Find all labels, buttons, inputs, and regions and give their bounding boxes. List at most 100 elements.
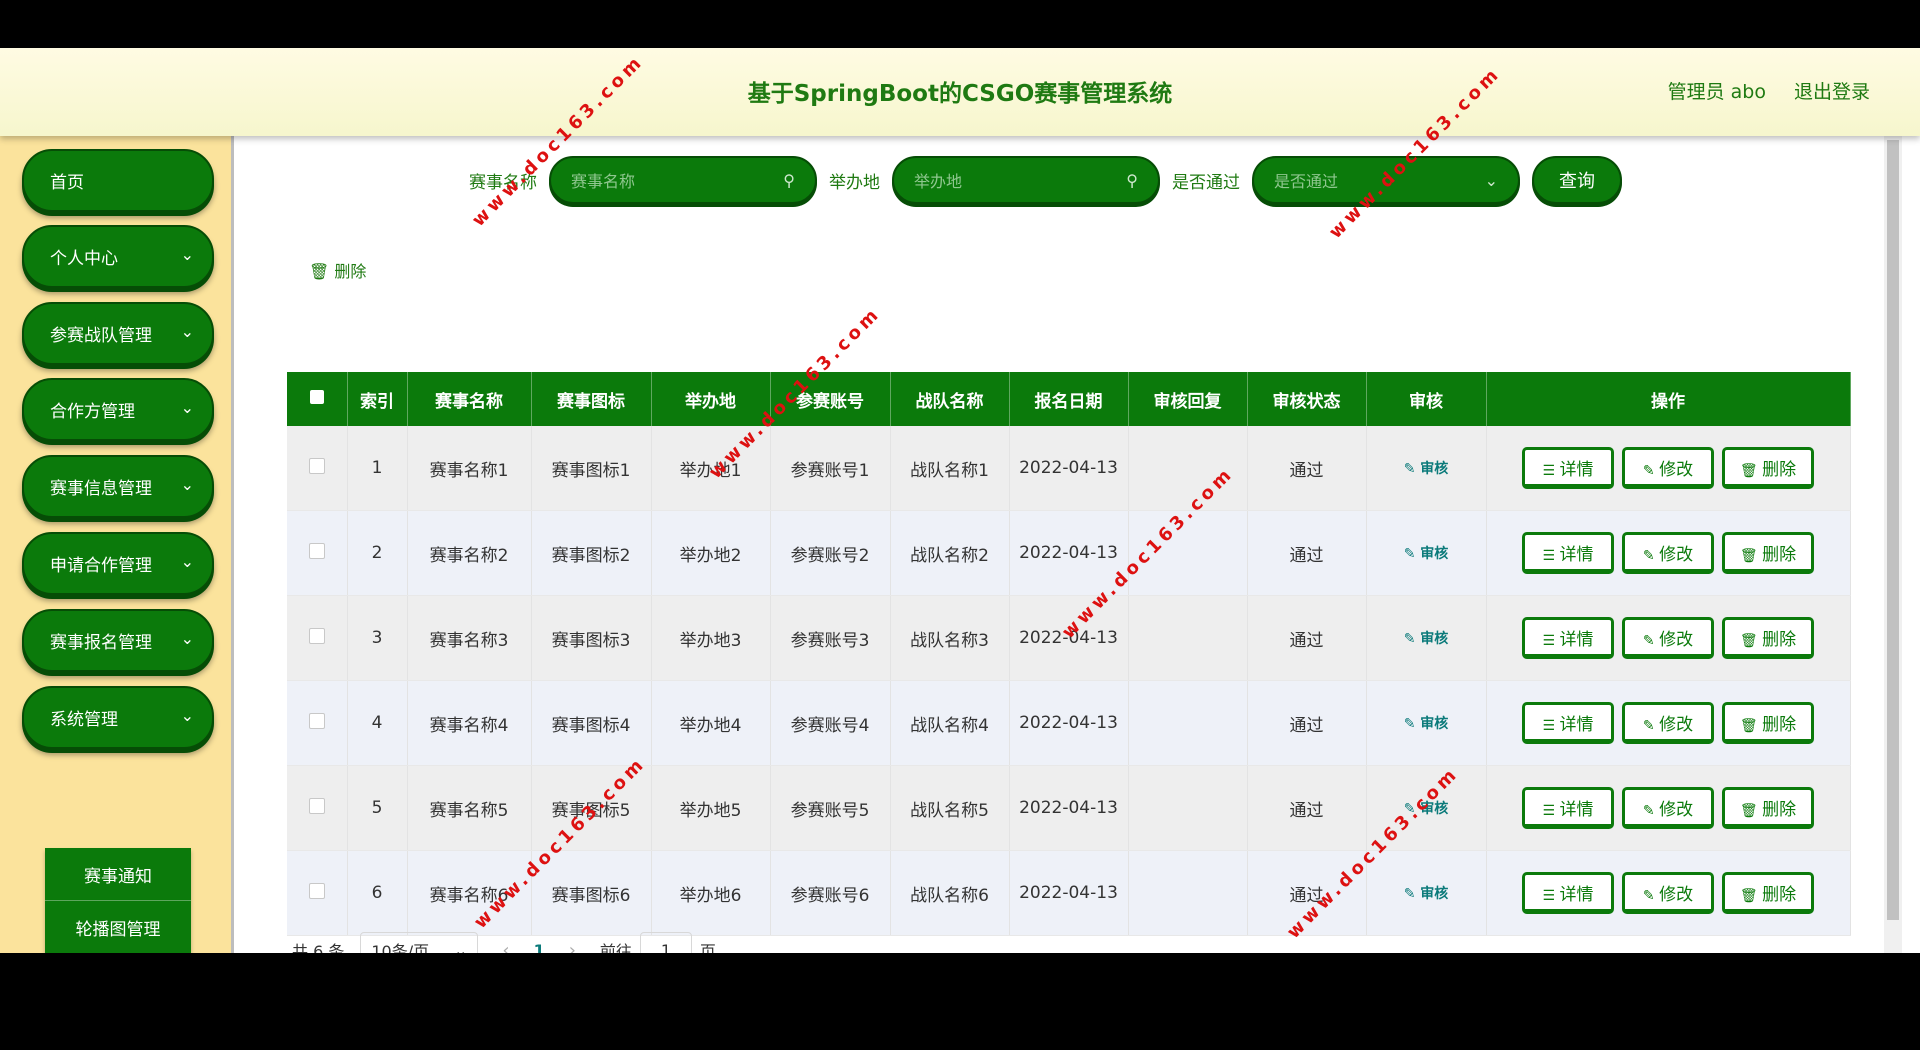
table-cell: 参赛账号4 <box>770 680 891 766</box>
col-date: 报名日期 <box>1009 372 1129 426</box>
goto-page-input[interactable]: 1 <box>639 932 692 953</box>
submenu-item-carousel[interactable]: 轮播图管理 <box>45 901 191 953</box>
sidebar-item-label: 参赛战队管理 <box>50 326 152 346</box>
delete-button[interactable]: 🗑 删除 <box>1722 872 1814 914</box>
trash-icon: 🗑 <box>1739 718 1763 734</box>
table-cell: 赛事图标2 <box>531 510 652 596</box>
detail-button[interactable]: ☰ 详情 <box>1522 447 1614 489</box>
sidebar-item-7[interactable]: 系统管理 ⌄ <box>22 686 214 749</box>
trash-icon: 🗑 <box>1739 633 1763 649</box>
row-checkbox[interactable] <box>287 510 348 596</box>
delete-button-label: 删除 <box>1762 885 1797 905</box>
audit-cell: ✎ 审核 <box>1366 426 1487 511</box>
table-cell: 赛事名称1 <box>407 426 532 511</box>
sidebar-item-1[interactable]: 个人中心 ⌄ <box>22 225 214 288</box>
actions-cell: ☰ 详情 ✎ 修改 🗑 删除 <box>1486 850 1851 936</box>
edit-icon: ✎ <box>1642 718 1660 734</box>
audit-link[interactable]: ✎ 审核 <box>1404 716 1449 732</box>
delete-button[interactable]: 🗑 删除 <box>1722 702 1814 744</box>
edit-icon: ✎ <box>1403 461 1421 477</box>
detail-button[interactable]: ☰ 详情 <box>1522 702 1614 744</box>
sidebar-item-2[interactable]: 参赛战队管理 ⌄ <box>22 302 214 365</box>
table-cell: 赛事名称4 <box>407 680 532 766</box>
page-title: 基于SpringBoot的CSGO赛事管理系统 <box>747 81 1173 107</box>
table-cell: 赛事名称2 <box>407 510 532 596</box>
select-all-checkbox[interactable] <box>287 372 348 426</box>
audit-label: 审核 <box>1420 461 1449 477</box>
batch-delete-button[interactable]: 🗑 删除 <box>309 258 366 282</box>
app-window: 基于SpringBoot的CSGO赛事管理系统 管理员 abo 退出登录 首页个… <box>0 48 1920 953</box>
search-icon: ⚲ <box>1126 170 1138 190</box>
page-size-value: 10条/页 <box>371 942 430 953</box>
chevron-down-icon: ⌄ <box>180 706 194 725</box>
search-icon: ⚲ <box>783 170 795 190</box>
table-cell: 举办地2 <box>651 510 771 596</box>
venue-input[interactable]: 举办地 ⚲ <box>892 156 1160 204</box>
prev-page-icon[interactable]: ‹ <box>502 940 509 954</box>
edit-button[interactable]: ✎ 修改 <box>1622 617 1714 659</box>
table-cell: 通过 <box>1247 510 1367 596</box>
edit-button[interactable]: ✎ 修改 <box>1622 532 1714 574</box>
sidebar-item-4[interactable]: 赛事信息管理 ⌄ <box>22 455 214 518</box>
detail-button[interactable]: ☰ 详情 <box>1522 872 1614 914</box>
delete-button[interactable]: 🗑 删除 <box>1722 617 1814 659</box>
sidebar-item-label: 个人中心 <box>50 249 118 269</box>
event-name-input[interactable]: 赛事名称 ⚲ <box>549 156 817 204</box>
current-page[interactable]: 1 <box>534 941 545 954</box>
edit-icon: ✎ <box>1642 888 1660 904</box>
edit-button[interactable]: ✎ 修改 <box>1622 702 1714 744</box>
sidebar-item-5[interactable]: 申请合作管理 ⌄ <box>22 532 214 595</box>
edit-button[interactable]: ✎ 修改 <box>1622 787 1714 829</box>
sidebar-item-0[interactable]: 首页 <box>22 149 214 212</box>
goto-label: 前往 <box>599 942 632 953</box>
row-checkbox[interactable] <box>287 680 348 766</box>
submenu-item-notice[interactable]: 赛事通知 <box>45 848 191 901</box>
detail-button[interactable]: ☰ 详情 <box>1522 532 1614 574</box>
table-cell: 2022-04-13 <box>1009 426 1129 511</box>
table-row: 1 赛事名称1 赛事图标1 举办地1 参赛账号1 战队名称1 2022-04-13 通过 ✎ 审… <box>287 426 1851 511</box>
row-checkbox[interactable] <box>287 426 348 511</box>
scrollbar-thumb[interactable] <box>1887 140 1899 920</box>
table-cell: 举办地3 <box>651 595 771 681</box>
vertical-scrollbar[interactable] <box>1884 136 1902 953</box>
row-checkbox[interactable] <box>287 765 348 851</box>
table-cell: 6 <box>347 850 408 936</box>
current-user[interactable]: 管理员 abo <box>1668 77 1766 104</box>
page-size-select[interactable]: 10条/页 ⌄ <box>360 932 479 953</box>
detail-button-label: 详情 <box>1559 545 1594 565</box>
audit-link[interactable]: ✎ 审核 <box>1404 631 1449 647</box>
detail-button[interactable]: ☰ 详情 <box>1522 787 1614 829</box>
edit-button[interactable]: ✎ 修改 <box>1622 872 1714 914</box>
sidebar: 首页 个人中心 ⌄ 参赛战队管理 ⌄ 合作方管理 ⌄ 赛事信息管理 ⌄ 申请合作管理 ⌄ 赛事报名管理… <box>0 136 234 953</box>
sidebar-item-3[interactable]: 合作方管理 ⌄ <box>22 378 214 441</box>
audit-link[interactable]: ✎ 审核 <box>1404 461 1449 477</box>
search-bar: 赛事名称 赛事名称 ⚲ 举办地 举办地 ⚲ 是否通过 是否通过 ⌄ 查询 <box>457 156 1622 204</box>
audit-cell: ✎ 审核 <box>1366 850 1487 936</box>
delete-button[interactable]: 🗑 删除 <box>1722 787 1814 829</box>
delete-button[interactable]: 🗑 删除 <box>1722 532 1814 574</box>
audit-cell: ✎ 审核 <box>1366 510 1487 596</box>
edit-button[interactable]: ✎ 修改 <box>1622 447 1714 489</box>
chevron-down-icon: ⌄ <box>180 245 194 264</box>
table-cell <box>1128 595 1248 681</box>
table-cell: 通过 <box>1247 765 1367 851</box>
table-cell: 赛事图标4 <box>531 680 652 766</box>
sidebar-item-label: 赛事信息管理 <box>50 479 152 499</box>
detail-button[interactable]: ☰ 详情 <box>1522 617 1614 659</box>
row-checkbox[interactable] <box>287 850 348 936</box>
next-page-icon[interactable]: › <box>569 940 576 954</box>
sidebar-divider <box>231 136 234 953</box>
query-button[interactable]: 查询 <box>1532 156 1622 204</box>
delete-button[interactable]: 🗑 删除 <box>1722 447 1814 489</box>
row-checkbox[interactable] <box>287 595 348 681</box>
audit-link[interactable]: ✎ 审核 <box>1404 886 1449 902</box>
batch-delete-label: 删除 <box>334 262 367 281</box>
audit-link[interactable]: ✎ 审核 <box>1404 546 1449 562</box>
total-count: 共 6 条 <box>292 942 345 953</box>
chevron-down-icon: ⌄ <box>180 552 194 571</box>
table-cell <box>1128 680 1248 766</box>
logout-link[interactable]: 退出登录 <box>1794 77 1870 104</box>
table-cell: 赛事图标1 <box>531 426 652 511</box>
edit-icon: ✎ <box>1642 548 1660 564</box>
sidebar-item-6[interactable]: 赛事报名管理 ⌄ <box>22 609 214 672</box>
